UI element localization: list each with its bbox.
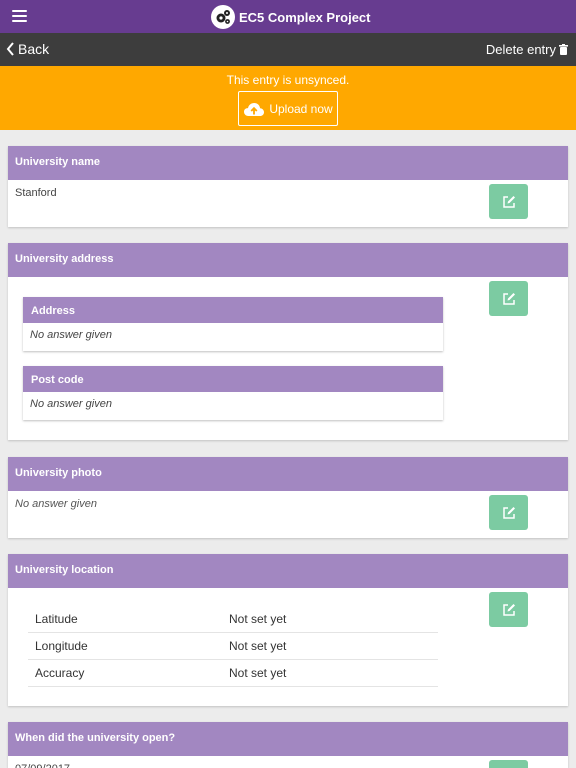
location-value: Not set yet	[229, 639, 287, 653]
location-label: Longitude	[35, 639, 88, 653]
app-header: EC5 Complex Project	[0, 0, 576, 33]
answer-text: 07/09/2017	[8, 756, 568, 768]
app-title-group: EC5 Complex Project	[211, 5, 371, 29]
location-value: Not set yet	[229, 666, 287, 680]
upload-now-label: Upload now	[269, 101, 333, 116]
edit-button[interactable]	[489, 184, 528, 219]
hamburger-icon[interactable]	[12, 10, 27, 23]
edit-button[interactable]	[489, 760, 528, 768]
unsynced-message: This entry is unsynced.	[226, 73, 350, 87]
question-title: University address	[8, 243, 568, 277]
edit-button[interactable]	[489, 495, 528, 530]
question-card-university-name: University name Stanford	[8, 146, 568, 227]
back-button[interactable]: Back	[6, 41, 49, 57]
question-card-university-open: When did the university open? 07/09/2017	[8, 722, 568, 768]
group-field-answer: No answer given	[30, 398, 112, 410]
cloud-upload-icon	[244, 102, 265, 116]
delete-entry-button[interactable]: Delete entry	[486, 42, 568, 57]
delete-label: Delete entry	[485, 42, 556, 57]
edit-button[interactable]	[489, 281, 528, 316]
question-card-university-address: University address Address No answer giv…	[8, 243, 568, 440]
answer-text: No answer given	[15, 498, 97, 510]
location-row-accuracy: Accuracy Not set yet	[28, 660, 438, 687]
location-table: Latitude Not set yet Longitude Not set y…	[28, 606, 438, 687]
edit-button[interactable]	[489, 592, 528, 627]
chevron-left-icon	[6, 42, 14, 56]
answer-text: Stanford	[15, 187, 57, 199]
unsynced-banner: This entry is unsynced. Upload now	[0, 66, 576, 130]
location-row-latitude: Latitude Not set yet	[28, 606, 438, 633]
gears-logo-icon	[211, 5, 235, 29]
edit-pencil-icon	[502, 603, 515, 616]
entry-nav-bar: Back Delete entry	[0, 33, 576, 66]
location-value: Not set yet	[229, 612, 287, 626]
back-label: Back	[18, 41, 50, 57]
edit-pencil-icon	[502, 195, 515, 208]
location-label: Latitude	[35, 612, 78, 626]
question-title: University photo	[8, 457, 568, 491]
group-field-post-code: Post code No answer given	[23, 366, 443, 420]
group-field-address: Address No answer given	[23, 297, 443, 351]
question-title: When did the university open?	[8, 722, 568, 756]
question-card-university-location: University location Latitude Not set yet…	[8, 554, 568, 706]
edit-pencil-icon	[502, 506, 515, 519]
location-row-longitude: Longitude Not set yet	[28, 633, 438, 660]
app-title: EC5 Complex Project	[239, 9, 371, 25]
location-label: Accuracy	[35, 666, 85, 680]
question-title: University name	[8, 146, 568, 180]
upload-now-button[interactable]: Upload now	[238, 91, 338, 126]
edit-pencil-icon	[502, 292, 515, 305]
question-title: University location	[8, 554, 568, 588]
group-field-title: Address	[23, 297, 443, 323]
trash-icon	[559, 44, 568, 55]
question-card-university-photo: University photo No answer given	[8, 457, 568, 538]
group-field-answer: No answer given	[30, 329, 112, 341]
group-field-title: Post code	[23, 366, 443, 392]
